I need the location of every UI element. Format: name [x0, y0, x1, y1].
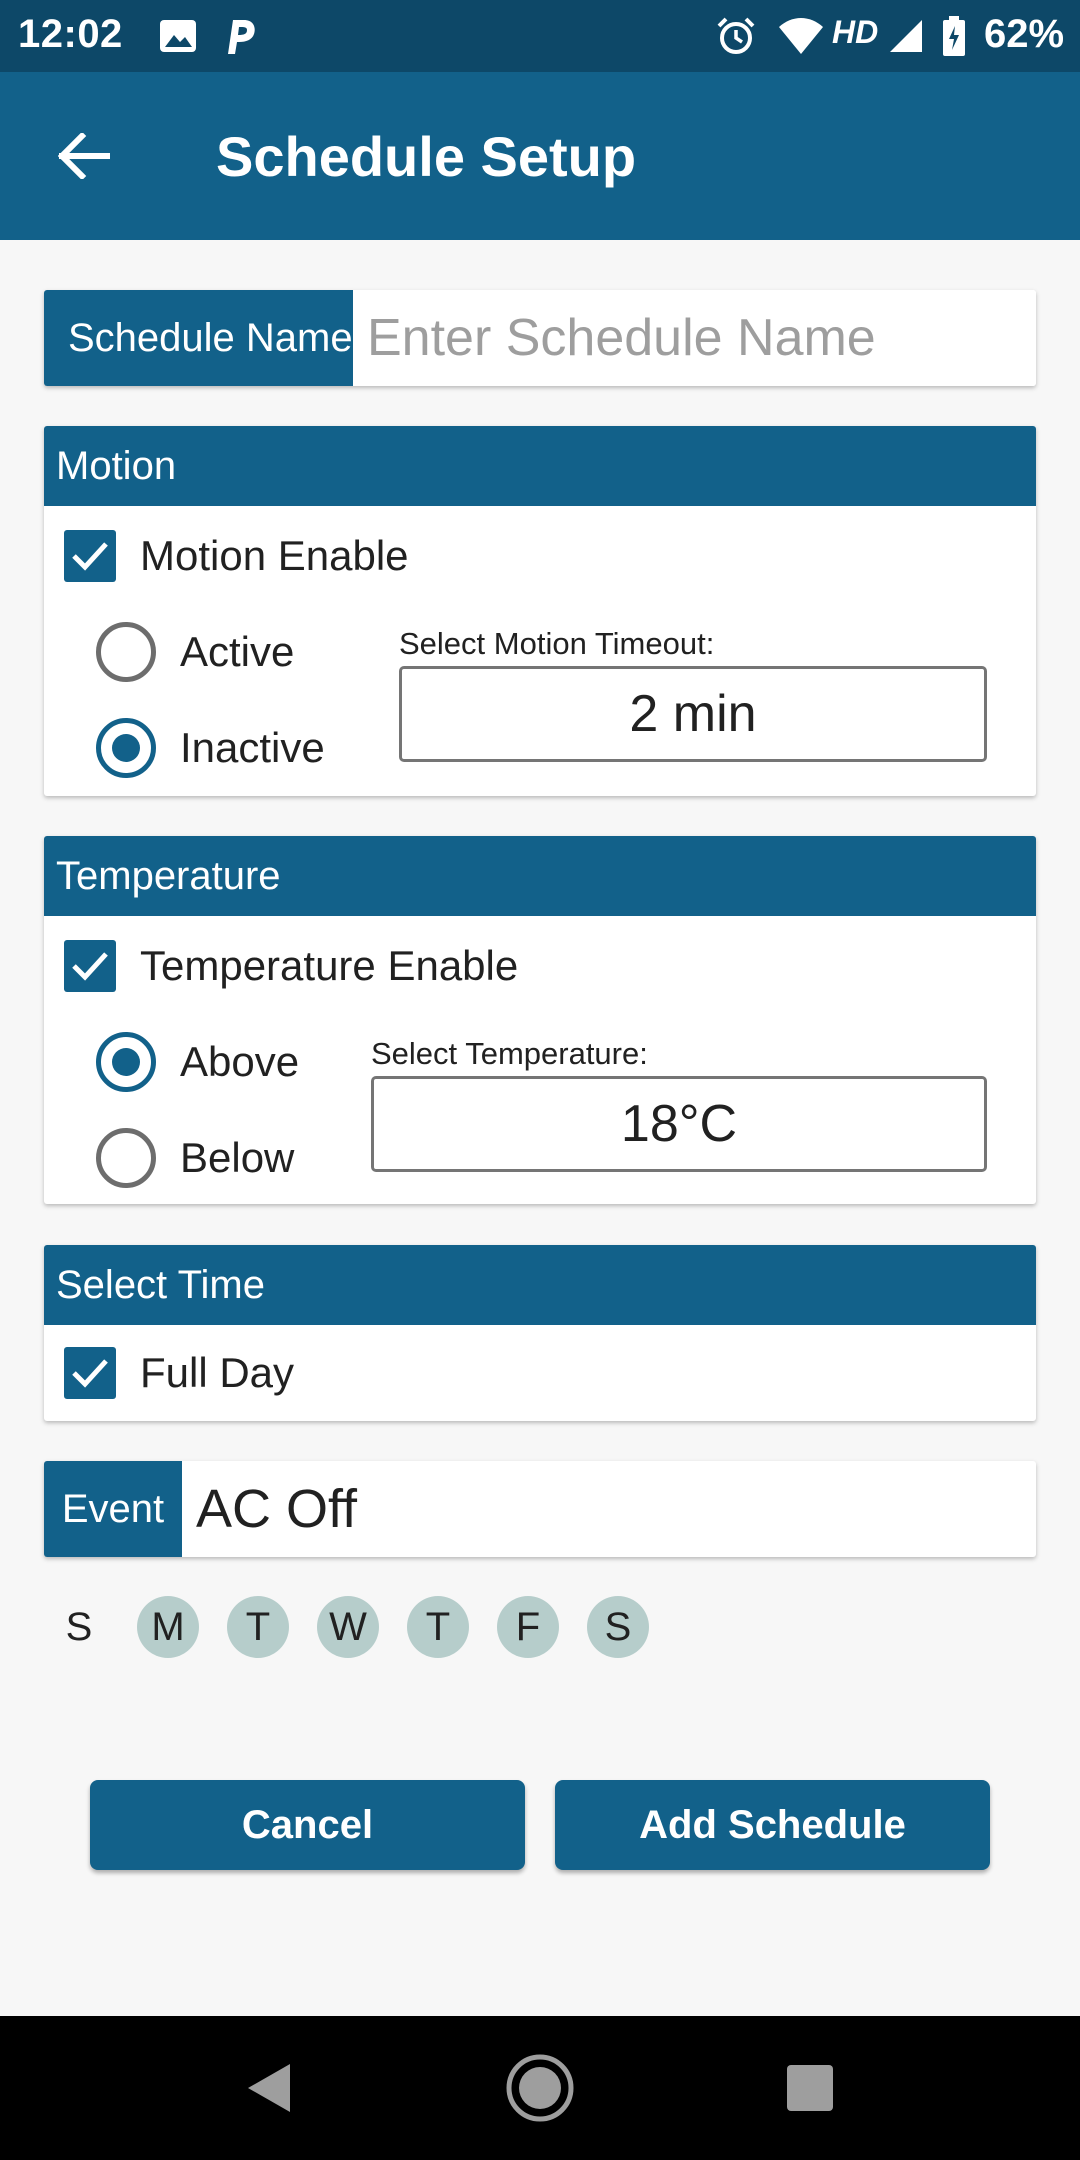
temperature-header: Temperature [44, 836, 1036, 916]
full-day-checkbox[interactable]: Full Day [64, 1343, 294, 1403]
nav-home-icon[interactable] [504, 2052, 576, 2124]
cancel-button[interactable]: Cancel [90, 1780, 525, 1870]
network-label: HD [832, 14, 879, 50]
motion-enable-label: Motion Enable [140, 532, 409, 579]
checkmark-icon [64, 1347, 116, 1399]
app-bar: Schedule Setup [0, 72, 1080, 240]
day-thursday[interactable]: T [407, 1596, 469, 1658]
day-saturday[interactable]: S [587, 1596, 649, 1658]
nav-recents-icon[interactable] [774, 2052, 846, 2124]
battery-percent: 62% [984, 12, 1065, 56]
alarm-icon [716, 16, 756, 56]
temperature-above-label: Above [180, 1038, 300, 1085]
day-tuesday[interactable]: T [227, 1596, 289, 1658]
temperature-enable-label: Temperature Enable [140, 942, 519, 989]
temperature-select-label: Select Temperature: [371, 1036, 648, 1071]
event-value[interactable]: AC Off [182, 1461, 1036, 1557]
checkmark-icon [64, 530, 116, 582]
event-row[interactable]: Event AC Off [44, 1461, 1036, 1557]
image-icon [158, 16, 198, 56]
checkmark-icon [64, 940, 116, 992]
status-bar: 12:02 HD 62% [0, 0, 1080, 72]
add-schedule-button[interactable]: Add Schedule [555, 1780, 990, 1870]
day-sunday[interactable]: S [48, 1596, 110, 1658]
day-wednesday[interactable]: W [317, 1596, 379, 1658]
nav-back-icon[interactable] [232, 2052, 304, 2124]
motion-header: Motion [44, 426, 1036, 506]
schedule-name-row: Schedule Name [44, 290, 1036, 386]
temperature-enable-checkbox[interactable]: Temperature Enable [64, 936, 518, 996]
temperature-card: Temperature Temperature Enable Above Bel… [44, 836, 1036, 1204]
wifi-icon [778, 16, 824, 56]
day-monday[interactable]: M [137, 1596, 199, 1658]
select-time-header: Select Time [44, 1245, 1036, 1325]
back-button[interactable] [40, 112, 128, 200]
select-time-card: Select Time Full Day [44, 1245, 1036, 1421]
motion-timeout-label: Select Motion Timeout: [399, 626, 715, 661]
temperature-select[interactable]: 18°C [371, 1076, 987, 1172]
motion-inactive-radio[interactable]: Inactive [96, 716, 325, 780]
arrow-left-icon [58, 133, 110, 179]
temperature-below-radio[interactable]: Below [96, 1126, 294, 1190]
signal-icon [888, 16, 924, 56]
motion-inactive-label: Inactive [180, 724, 325, 771]
system-nav-bar [0, 2016, 1080, 2160]
motion-active-label: Active [180, 628, 295, 675]
parking-icon [222, 16, 258, 56]
full-day-label: Full Day [140, 1349, 295, 1396]
page-title: Schedule Setup [216, 125, 637, 188]
schedule-name-label: Schedule Name [44, 290, 353, 386]
status-time: 12:02 [18, 12, 123, 56]
radio-button-selected-icon [96, 718, 156, 778]
radio-button-selected-icon [96, 1032, 156, 1092]
motion-timeout-select[interactable]: 2 min [399, 666, 987, 762]
battery-icon [942, 16, 966, 56]
temperature-above-radio[interactable]: Above [96, 1030, 299, 1094]
temperature-below-label: Below [180, 1134, 295, 1181]
schedule-name-input[interactable] [353, 290, 1036, 386]
motion-enable-checkbox[interactable]: Motion Enable [64, 526, 409, 586]
event-label: Event [44, 1461, 182, 1557]
day-friday[interactable]: F [497, 1596, 559, 1658]
motion-card: Motion Motion Enable Active Inactive Sel… [44, 426, 1036, 796]
motion-active-radio[interactable]: Active [96, 620, 294, 684]
radio-button-icon [96, 622, 156, 682]
radio-button-icon [96, 1128, 156, 1188]
